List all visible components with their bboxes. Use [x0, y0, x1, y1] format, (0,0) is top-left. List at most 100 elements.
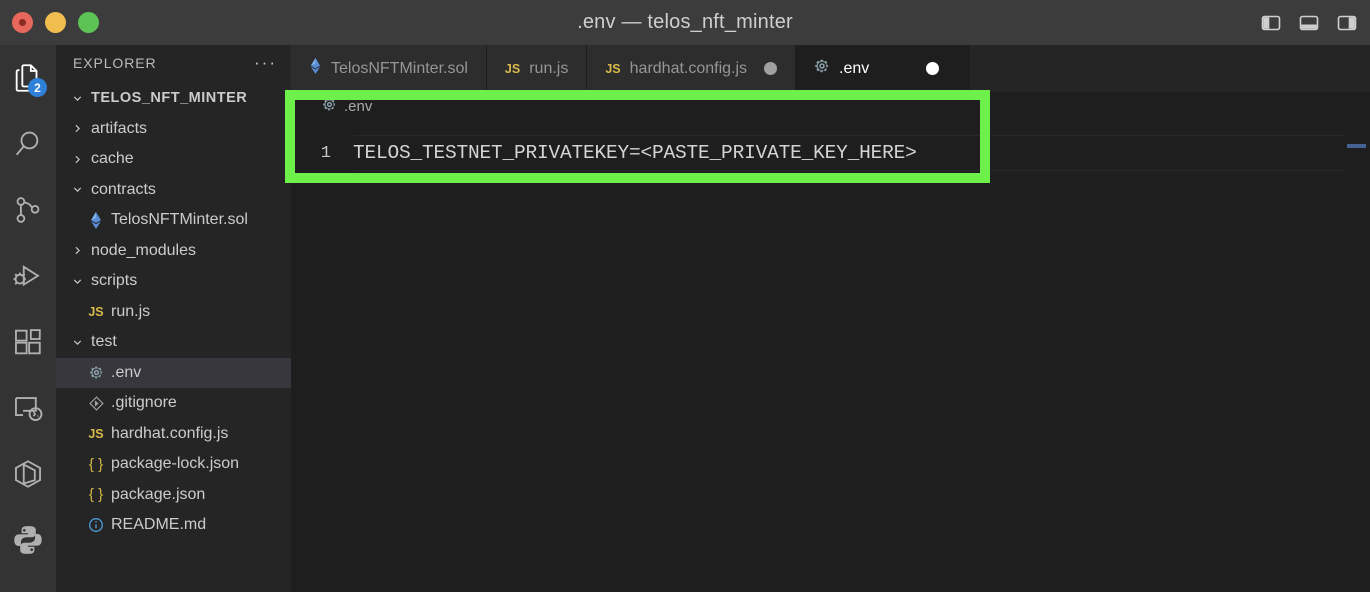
- tree-item-artifacts[interactable]: artifacts: [56, 114, 291, 145]
- activity-item-docker[interactable]: [0, 441, 56, 507]
- activity-item-remote-explorer[interactable]: [0, 375, 56, 441]
- tab-label: hardhat.config.js: [630, 60, 747, 78]
- json-icon: { }: [84, 486, 108, 503]
- layout-controls: [1258, 0, 1360, 45]
- search-icon: [11, 127, 45, 161]
- extensions-icon: [11, 325, 45, 359]
- code-editor[interactable]: 1 TELOS_TESTNET_PRIVATEKEY=<PASTE_PRIVAT…: [291, 121, 1370, 592]
- window-title: .env — telos_nft_minter: [0, 0, 1370, 45]
- docker-icon: [11, 457, 45, 491]
- explorer-title: EXPLORER: [73, 55, 156, 71]
- tab-bar-filler: [970, 45, 1370, 92]
- activity-item-explorer[interactable]: 2: [0, 45, 56, 111]
- file-tree: TELOS_NFT_MINTER artifacts cache contrac…: [56, 80, 291, 541]
- activity-item-run-and-debug[interactable]: [0, 243, 56, 309]
- traffic-lights: [12, 0, 99, 45]
- tree-item-label: test: [88, 333, 117, 351]
- tree-item-label: .env: [108, 364, 141, 382]
- solidity-icon: [84, 212, 108, 229]
- tab-env[interactable]: .env: [796, 45, 970, 92]
- activity-item-extensions[interactable]: [0, 309, 56, 375]
- tree-item-label: TELOS_NFT_MINTER: [88, 90, 247, 106]
- toggle-primary-sidebar-icon[interactable]: [1258, 10, 1284, 36]
- tree-item-label: .gitignore: [108, 394, 177, 412]
- tree-item-cache[interactable]: cache: [56, 144, 291, 175]
- tree-item-run-js[interactable]: JS run.js: [56, 297, 291, 328]
- tab-run-js[interactable]: JS run.js: [487, 45, 587, 92]
- tree-item-scripts[interactable]: scripts: [56, 266, 291, 297]
- solidity-icon: [309, 58, 322, 79]
- tree-item-contracts[interactable]: contracts: [56, 175, 291, 206]
- tree-item-label: hardhat.config.js: [108, 425, 228, 443]
- tree-item-label: contracts: [88, 181, 156, 199]
- tree-item-label: scripts: [88, 272, 137, 290]
- code-line-1[interactable]: 1 TELOS_TESTNET_PRIVATEKEY=<PASTE_PRIVAT…: [291, 137, 1370, 169]
- tree-item-gitignore[interactable]: .gitignore: [56, 388, 291, 419]
- js-icon: JS: [84, 427, 108, 441]
- source-control-icon: [11, 193, 45, 227]
- title-bar: .env — telos_nft_minter: [0, 0, 1370, 45]
- git-icon: [84, 396, 108, 411]
- activity-bar: 2: [0, 45, 56, 592]
- tree-item-label: package-lock.json: [108, 455, 239, 473]
- vscode-window: .env — telos_nft_minter 2: [0, 0, 1370, 592]
- tab-telosnftminter-sol[interactable]: TelosNFTMinter.sol: [291, 45, 487, 92]
- chevron-down-icon: [66, 92, 88, 105]
- tree-item-label: TelosNFTMinter.sol: [108, 211, 248, 229]
- chevron-down-icon: [66, 336, 88, 349]
- json-icon: { }: [84, 456, 108, 473]
- chevron-down-icon: [66, 275, 88, 288]
- tree-item-env[interactable]: .env: [56, 358, 291, 389]
- js-icon: JS: [84, 305, 108, 319]
- tree-item-package-json[interactable]: { } package.json: [56, 480, 291, 511]
- tree-item-package-lock-json[interactable]: { } package-lock.json: [56, 449, 291, 480]
- minimap-line-1: [1347, 144, 1366, 148]
- tree-item-node-modules[interactable]: node_modules: [56, 236, 291, 267]
- chevron-right-icon: [66, 244, 88, 257]
- explorer-more-actions-icon[interactable]: ···: [254, 58, 277, 68]
- gear-icon: [322, 97, 337, 116]
- breadcrumb-label: .env: [344, 98, 372, 115]
- tab-dirty-indicator[interactable]: [764, 62, 777, 75]
- activity-item-python[interactable]: [0, 507, 56, 573]
- chevron-right-icon: [66, 122, 88, 135]
- tab-label: .env: [839, 60, 869, 78]
- editor-tab-bar: TelosNFTMinter.sol JS run.js JS hardhat.…: [291, 45, 1370, 92]
- editor-minimap[interactable]: [1344, 121, 1370, 592]
- toggle-panel-icon[interactable]: [1296, 10, 1322, 36]
- tree-item-readme-md[interactable]: README.md: [56, 510, 291, 541]
- close-window-button[interactable]: [12, 12, 33, 33]
- tree-item-label: node_modules: [88, 242, 196, 260]
- explorer-badge-count: 2: [28, 78, 47, 97]
- editor-group: TelosNFTMinter.sol JS run.js JS hardhat.…: [291, 45, 1370, 592]
- line-content[interactable]: TELOS_TESTNET_PRIVATEKEY=<PASTE_PRIVATE_…: [353, 142, 917, 164]
- info-icon: [84, 517, 108, 533]
- tree-item-label: README.md: [108, 516, 206, 534]
- breadcrumb[interactable]: .env: [291, 92, 1370, 121]
- tree-item-label: run.js: [108, 303, 150, 321]
- remote-explorer-icon: [11, 391, 45, 425]
- toggle-secondary-sidebar-icon[interactable]: [1334, 10, 1360, 36]
- tree-item-label: package.json: [108, 486, 205, 504]
- tree-item-telos-nft-minter[interactable]: TELOS_NFT_MINTER: [56, 83, 291, 114]
- activity-item-search[interactable]: [0, 111, 56, 177]
- tab-label: run.js: [529, 60, 568, 78]
- js-icon: JS: [505, 62, 520, 76]
- explorer-header: EXPLORER ···: [56, 45, 291, 80]
- chevron-right-icon: [66, 153, 88, 166]
- tab-hardhat-config-js[interactable]: JS hardhat.config.js: [587, 45, 796, 92]
- tree-item-label: cache: [88, 150, 134, 168]
- tab-dirty-indicator[interactable]: [926, 62, 939, 75]
- run-and-debug-icon: [11, 259, 45, 293]
- gear-icon: [84, 365, 108, 380]
- tree-item-hardhat-config-js[interactable]: JS hardhat.config.js: [56, 419, 291, 450]
- minimize-window-button[interactable]: [45, 12, 66, 33]
- python-icon: [11, 523, 45, 557]
- activity-item-source-control[interactable]: [0, 177, 56, 243]
- gear-icon: [814, 58, 830, 79]
- tab-label: TelosNFTMinter.sol: [331, 60, 468, 78]
- js-icon: JS: [605, 62, 620, 76]
- tree-item-test[interactable]: test: [56, 327, 291, 358]
- tree-item-telosnftminter-sol[interactable]: TelosNFTMinter.sol: [56, 205, 291, 236]
- maximize-window-button[interactable]: [78, 12, 99, 33]
